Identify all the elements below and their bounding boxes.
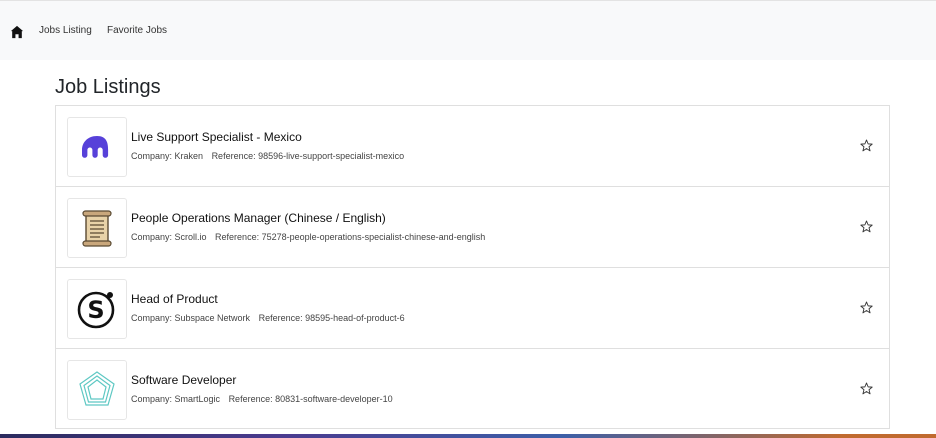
star-outline-icon[interactable] [860, 220, 873, 233]
job-company: Company: Scroll.io [131, 232, 207, 242]
job-list: Live Support Specialist - Mexico Company… [55, 105, 890, 429]
star-outline-icon[interactable] [860, 139, 873, 152]
star-outline-icon[interactable] [860, 301, 873, 314]
job-company: Company: Subspace Network [131, 313, 251, 323]
top-navbar: Jobs Listing Favorite Jobs [0, 0, 936, 60]
job-reference: Reference: 98596-live-support-specialist… [211, 151, 405, 161]
kraken-logo [67, 117, 127, 177]
job-company: Company: SmartLogic [131, 394, 221, 404]
job-title[interactable]: Software Developer [131, 373, 236, 387]
job-meta: Company: Scroll.io Reference: 75278-peop… [131, 232, 485, 242]
subspace-logo: S [67, 279, 127, 339]
job-meta: Company: Subspace Network Reference: 985… [131, 313, 405, 323]
job-meta: Company: SmartLogic Reference: 80831-sof… [131, 394, 393, 404]
job-reference: Reference: 75278-people-operations-speci… [215, 232, 486, 242]
nav-link-favorite-jobs[interactable]: Favorite Jobs [107, 25, 167, 36]
nav-link-jobs-listing[interactable]: Jobs Listing [39, 25, 92, 36]
svg-text:S: S [87, 296, 104, 324]
job-title[interactable]: Live Support Specialist - Mexico [131, 130, 302, 144]
star-outline-icon[interactable] [860, 382, 873, 395]
page-title: Job Listings [55, 76, 161, 98]
scroll-logo [67, 198, 127, 258]
job-title[interactable]: People Operations Manager (Chinese / Eng… [131, 211, 386, 225]
job-list-item[interactable]: Software Developer Company: SmartLogic R… [55, 348, 890, 429]
job-title[interactable]: Head of Product [131, 292, 218, 306]
job-list-item[interactable]: Live Support Specialist - Mexico Company… [55, 105, 890, 186]
smartlogic-logo [67, 360, 127, 420]
window-bottom-edge [0, 434, 936, 438]
job-company: Company: Kraken [131, 151, 204, 161]
job-meta: Company: Kraken Reference: 98596-live-su… [131, 151, 404, 161]
home-icon[interactable] [10, 25, 24, 39]
job-reference: Reference: 80831-software-developer-10 [228, 394, 393, 404]
job-list-item[interactable]: People Operations Manager (Chinese / Eng… [55, 186, 890, 267]
job-list-item[interactable]: S Head of Product Company: Subspace Netw… [55, 267, 890, 348]
job-reference: Reference: 98595-head-of-product-6 [258, 313, 405, 323]
